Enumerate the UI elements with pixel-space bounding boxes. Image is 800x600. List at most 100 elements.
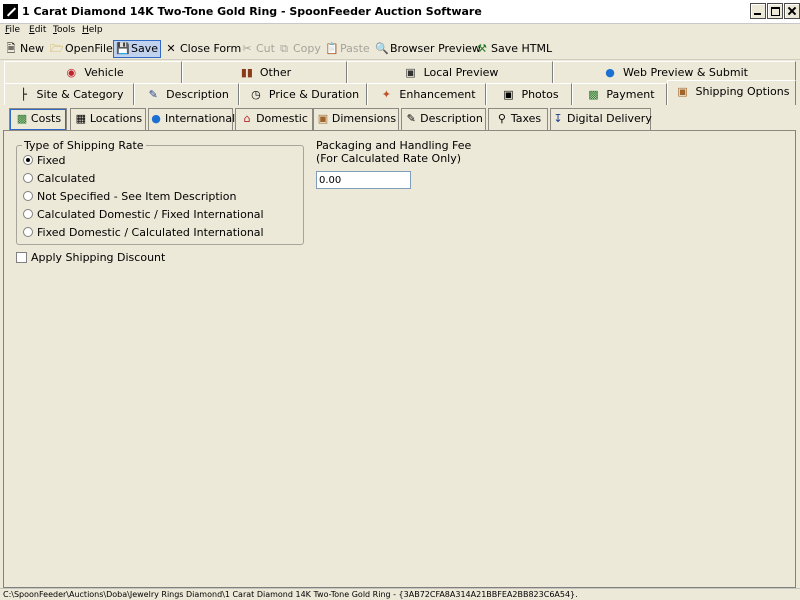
minimize-button[interactable] <box>750 3 766 19</box>
paste-button[interactable]: 📋Paste <box>325 40 370 58</box>
house-icon: ⌂ <box>243 112 251 125</box>
globe-icon: ● <box>605 66 615 79</box>
radio-label: Calculated Domestic / Fixed Internationa… <box>37 208 264 221</box>
cut-button[interactable]: ✂ Cut <box>241 40 275 58</box>
tab-vehicle[interactable]: ◉ Vehicle <box>4 61 182 83</box>
save-html-label: Save HTML <box>491 42 553 55</box>
new-label: New <box>20 42 44 55</box>
radio-calculated[interactable]: Calculated <box>23 172 95 186</box>
tab-digital-delivery[interactable]: ↧ Digital Delivery <box>550 108 652 130</box>
packaging-fee-input[interactable] <box>316 171 411 189</box>
camera-icon: ▣ <box>503 88 514 101</box>
tab-dimensions[interactable]: ▣ Dimensions <box>313 108 399 130</box>
save-html-button[interactable]: ⚒ Save HTML <box>476 40 552 58</box>
app-icon <box>3 4 18 19</box>
radio-label: Calculated <box>37 172 96 185</box>
tab-label: Local Preview <box>423 66 499 79</box>
tab-label: Vehicle <box>84 66 124 79</box>
tab-other[interactable]: ▮▮ Other <box>182 61 347 83</box>
radio-fixed-domestic-calculated-international[interactable]: Fixed Domestic / Calculated Internationa… <box>23 226 264 240</box>
tab-photos[interactable]: ▣ Photos <box>486 83 572 105</box>
maximize-button[interactable] <box>767 3 783 19</box>
tab-payment[interactable]: ▩ Payment <box>572 83 667 105</box>
shipping-rate-group-title: Type of Shipping Rate <box>22 139 146 152</box>
radio-label: Not Specified - See Item Description <box>37 190 237 203</box>
copy-icon: ⧉ <box>280 42 288 55</box>
notes-icon: ✎ <box>406 112 416 125</box>
menu-bar: File Edit Tools Help <box>0 24 800 38</box>
floppy-disk-icon: 💾 <box>116 42 130 55</box>
apply-shipping-discount[interactable]: Apply Shipping Discount <box>16 251 165 264</box>
tab-domestic[interactable]: ⌂ Domestic <box>235 108 313 130</box>
tab-international[interactable]: ● International <box>148 108 236 130</box>
radio-fixed[interactable]: Fixed <box>23 154 66 168</box>
tab-label: Shipping Options <box>695 85 790 98</box>
tab-label: Enhancement <box>399 88 476 101</box>
tab-price-duration[interactable]: ◷ Price & Duration <box>239 83 367 105</box>
tab-local-preview[interactable]: ▣ Local Preview <box>347 61 553 83</box>
tab-site-category[interactable]: ├ Site & Category <box>4 83 134 105</box>
car-icon: ◉ <box>66 66 77 79</box>
packaging-fee-label-line1: Packaging and Handling Fee <box>316 139 472 152</box>
tab-shipping-description[interactable]: ✎ Description <box>401 108 486 130</box>
tab-label: Site & Category <box>36 88 124 101</box>
tab-label: Web Preview & Submit <box>623 66 748 79</box>
tab-description[interactable]: ✎ Description <box>134 83 239 105</box>
discount-checkbox[interactable] <box>16 252 27 263</box>
wand-icon: ✦ <box>381 88 391 101</box>
browser-preview-button[interactable]: 🔍Browser Preview <box>375 40 481 58</box>
menu-file[interactable]: File <box>5 25 20 35</box>
status-bar: C:\SpoonFeeder\Auctions\Doba\Jewelry Rin… <box>0 588 800 600</box>
tab-label: Other <box>259 66 292 79</box>
tab-label: Dimensions <box>331 112 397 125</box>
money-icon: ▩ <box>588 88 599 101</box>
tree-icon: ├ <box>20 88 27 101</box>
tab-label: Digital Delivery <box>567 112 652 125</box>
radio-button[interactable] <box>23 209 33 219</box>
window-title: 1 Carat Diamond 14K Two-Tone Gold Ring -… <box>22 5 482 18</box>
copy-button[interactable]: ⧉ Copy <box>278 40 321 58</box>
tab-label: Costs <box>30 112 62 125</box>
magnifier-icon: ⚲ <box>497 112 506 125</box>
building-icon: ▦ <box>75 112 87 125</box>
radio-button[interactable] <box>23 191 33 201</box>
radio-button-selected[interactable] <box>23 155 33 165</box>
tab-label: Locations <box>89 112 143 125</box>
menu-tools[interactable]: Tools <box>53 25 75 35</box>
open-file-button[interactable]: 🗁OpenFile <box>50 40 113 58</box>
radio-button[interactable] <box>23 227 33 237</box>
save-html-icon: ⚒ <box>477 42 487 55</box>
tab-shipping-options[interactable]: ▣ Shipping Options <box>667 80 796 105</box>
menu-edit[interactable]: Edit <box>29 25 46 35</box>
tab-row-shipping: ▩ Costs ▦ Locations ● International ⌂ Domest… <box>0 108 800 130</box>
tab-label: Taxes <box>510 112 542 125</box>
radio-calculated-domestic-fixed-international[interactable]: Calculated Domestic / Fixed Internationa… <box>23 208 264 222</box>
close-icon: ✕ <box>166 42 176 55</box>
title-bar: 1 Carat Diamond 14K Two-Tone Gold Ring -… <box>0 0 800 24</box>
close-form-label: Close Form <box>180 42 242 55</box>
tab-label: Payment <box>606 88 655 101</box>
package-icon: ▣ <box>677 85 688 98</box>
new-button[interactable]: 🗎 New <box>5 40 44 58</box>
save-label: Save <box>131 42 159 55</box>
discount-label: Apply Shipping Discount <box>31 251 166 264</box>
tab-label: International <box>165 112 236 125</box>
close-window-button[interactable] <box>784 3 800 19</box>
open-folder-icon: 🗁 <box>50 42 64 55</box>
download-icon: ↧ <box>553 112 563 125</box>
cut-label: Cut <box>256 42 275 55</box>
copy-label: Copy <box>293 42 321 55</box>
menu-help[interactable]: Help <box>82 25 103 35</box>
tab-enhancement[interactable]: ✦ Enhancement <box>367 83 486 105</box>
tab-label: Description <box>166 88 229 101</box>
close-form-button[interactable]: ✕ Close Form <box>165 40 241 58</box>
tab-row-middle: ├ Site & Category ✎ Description ◷ Price & D… <box>0 80 800 105</box>
radio-button[interactable] <box>23 173 33 183</box>
tab-costs[interactable]: ▩ Costs <box>9 108 67 130</box>
tab-taxes[interactable]: ⚲ Taxes <box>488 108 548 130</box>
new-document-icon: 🗎 <box>6 42 16 55</box>
radio-not-specified[interactable]: Not Specified - See Item Description <box>23 190 236 204</box>
save-button[interactable]: 💾Save <box>113 40 162 58</box>
tab-locations[interactable]: ▦ Locations <box>70 108 146 130</box>
open-file-label: OpenFile <box>65 42 113 55</box>
